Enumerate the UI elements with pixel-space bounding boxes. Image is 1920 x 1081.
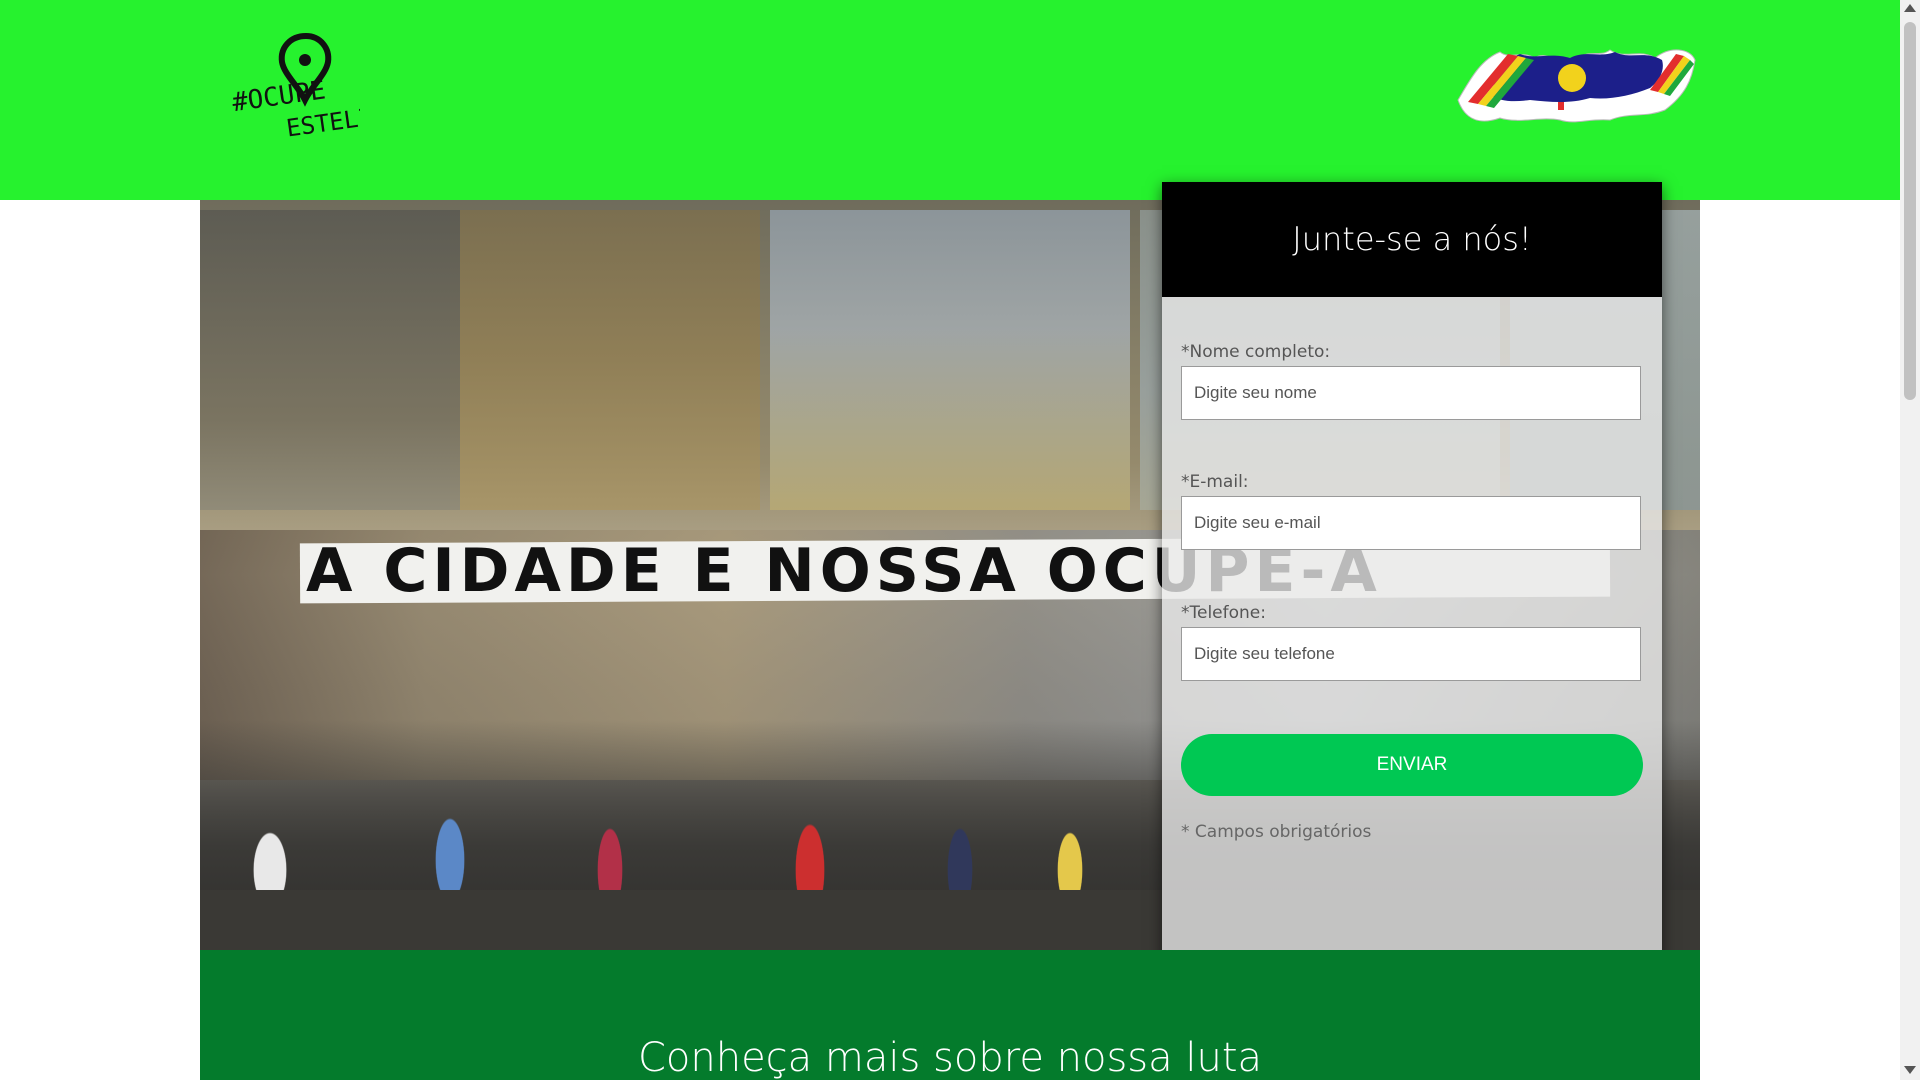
required-fields-note: * Campos obrigatórios xyxy=(1181,822,1372,842)
name-label: *Nome completo: xyxy=(1181,342,1331,362)
name-input[interactable] xyxy=(1181,366,1641,420)
signup-form: Junte-se a nós! *Nome completo: *E-mail:… xyxy=(1162,182,1662,970)
submit-button[interactable]: ENVIAR xyxy=(1181,734,1643,796)
scroll-up-arrow-icon[interactable] xyxy=(1904,4,1916,12)
ocupe-estelita-logo[interactable]: #OCUPE ESTELITA xyxy=(230,28,360,138)
email-label: *E-mail: xyxy=(1181,472,1249,492)
scrollbar-thumb[interactable] xyxy=(1904,22,1916,400)
phone-input[interactable] xyxy=(1181,627,1641,681)
signup-title: Junte-se a nós! xyxy=(1292,220,1532,258)
about-section: Conheça mais sobre nossa luta xyxy=(200,950,1700,1081)
scroll-down-arrow-icon[interactable] xyxy=(1904,1066,1916,1074)
pernambuco-map-flag-icon xyxy=(1457,49,1696,123)
site-header: #OCUPE ESTELITA xyxy=(0,0,1900,200)
signup-header: Junte-se a nós! xyxy=(1162,182,1662,297)
about-section-title: Conheça mais sobre nossa luta xyxy=(637,1035,1263,1081)
phone-label: *Telefone: xyxy=(1181,603,1266,623)
email-input[interactable] xyxy=(1181,496,1641,550)
